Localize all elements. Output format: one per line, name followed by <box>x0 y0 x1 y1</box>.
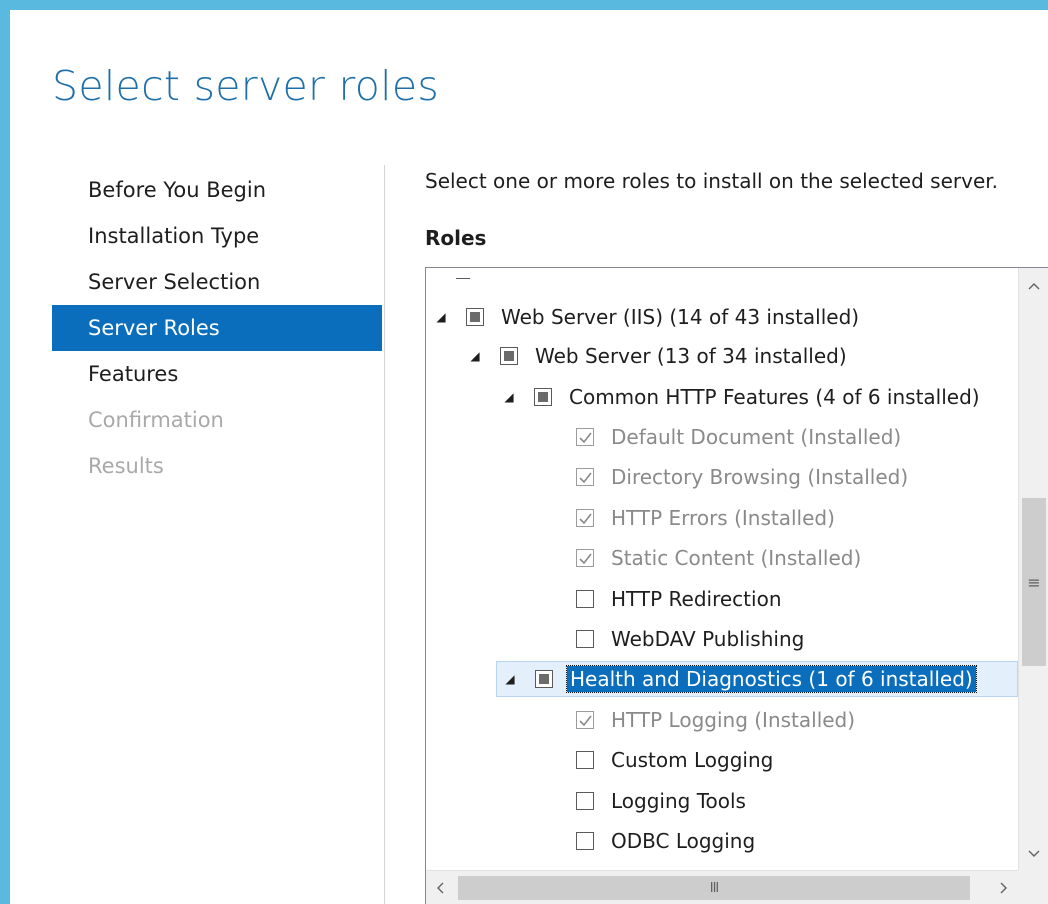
checkmark-icon <box>578 513 592 524</box>
tree-row-label: HTTP Errors (Installed) <box>611 506 835 530</box>
tree-row-default-document[interactable]: Default Document (Installed) <box>576 419 901 455</box>
tree-row-label: Static Content (Installed) <box>611 546 862 570</box>
window-left-border <box>0 0 10 904</box>
role-checkbox[interactable] <box>576 630 594 648</box>
role-checkbox[interactable] <box>534 388 552 406</box>
checkmark-icon <box>578 553 592 564</box>
tree-row-label: Web Server (IIS) (14 of 43 installed) <box>501 305 860 329</box>
role-checkbox[interactable] <box>576 792 594 810</box>
tree-row-label: Directory Browsing (Installed) <box>611 465 909 489</box>
tree-row-common-http-features[interactable]: ◢ Common HTTP Features (4 of 6 installed… <box>502 379 980 415</box>
expanded-triangle-icon[interactable]: ◢ <box>468 349 482 363</box>
tree-row-web-server-iis[interactable]: ◢ Web Server (IIS) (14 of 43 installed) <box>434 299 859 335</box>
role-checkbox <box>576 711 594 729</box>
nav-item-before-you-begin[interactable]: Before You Begin <box>52 167 382 213</box>
window-top-border <box>0 0 1048 10</box>
checkmark-icon <box>578 432 592 443</box>
tree-row-label: Health and Diagnostics (1 of 6 installed… <box>566 665 977 693</box>
tree-row-http-redirection[interactable]: HTTP Redirection <box>576 581 782 617</box>
tree-row-http-logging[interactable]: HTTP Logging (Installed) <box>576 702 855 738</box>
chevron-right-icon[interactable] <box>990 875 1018 901</box>
tree-row-label: Common HTTP Features (4 of 6 installed) <box>569 385 980 409</box>
nav-item-installation-type[interactable]: Installation Type <box>52 213 382 259</box>
horizontal-scroll-thumb[interactable]: III <box>458 876 970 900</box>
role-checkbox[interactable] <box>576 590 594 608</box>
roles-tree[interactable]: ◢ Web Server (IIS) (14 of 43 installed) … <box>425 267 1048 904</box>
checkmark-icon <box>578 715 592 726</box>
wizard-nav: Before You Begin Installation Type Serve… <box>52 167 382 489</box>
roles-heading: Roles <box>425 226 487 250</box>
role-checkbox <box>576 468 594 486</box>
nav-item-results: Results <box>88 454 164 478</box>
page-title: Select server roles <box>52 62 440 110</box>
tree-row-label: HTTP Redirection <box>611 587 782 611</box>
expanded-triangle-icon[interactable]: ◢ <box>434 310 448 324</box>
role-checkbox[interactable] <box>535 670 553 688</box>
tree-row-label: Custom Logging <box>611 748 774 772</box>
chevron-up-icon[interactable] <box>1019 272 1048 300</box>
nav-item-confirmation: Confirmation <box>88 408 224 432</box>
tree-row-directory-browsing[interactable]: Directory Browsing (Installed) <box>576 459 908 495</box>
chevron-left-icon[interactable] <box>426 875 454 901</box>
nav-item-server-selection[interactable]: Server Selection <box>52 259 382 305</box>
tree-row-logging-tools[interactable]: Logging Tools <box>576 783 746 819</box>
role-checkbox <box>576 549 594 567</box>
tree-row-label: Logging Tools <box>611 789 746 813</box>
tree-row-static-content[interactable]: Static Content (Installed) <box>576 540 861 576</box>
tree-row-label: ODBC Logging <box>611 829 756 853</box>
horizontal-scrollbar[interactable]: III <box>426 870 1018 904</box>
expanded-triangle-icon[interactable]: ◢ <box>502 390 516 404</box>
vertical-scrollbar[interactable]: ≡ <box>1018 268 1048 904</box>
nav-item-features[interactable]: Features <box>52 351 382 397</box>
role-checkbox[interactable] <box>466 308 484 326</box>
scrollbar-corner <box>1018 870 1048 904</box>
nav-divider <box>384 165 385 904</box>
tree-row-odbc-logging[interactable]: ODBC Logging <box>576 823 755 859</box>
tree-row-webdav-publishing[interactable]: WebDAV Publishing <box>576 621 804 657</box>
expanded-triangle-icon[interactable]: ◢ <box>503 672 517 686</box>
tree-row-label: Default Document (Installed) <box>611 425 902 449</box>
instruction-text: Select one or more roles to install on t… <box>425 169 998 193</box>
checkmark-icon <box>578 472 592 483</box>
previous-row-partial <box>456 270 470 279</box>
chevron-down-icon[interactable] <box>1019 840 1048 868</box>
tree-row-web-server[interactable]: ◢ Web Server (13 of 34 installed) <box>468 338 847 374</box>
role-checkbox <box>576 509 594 527</box>
role-checkbox <box>576 428 594 446</box>
tree-row-http-errors[interactable]: HTTP Errors (Installed) <box>576 500 835 536</box>
nav-item-server-roles[interactable]: Server Roles <box>52 305 382 351</box>
role-checkbox[interactable] <box>576 832 594 850</box>
role-checkbox[interactable] <box>500 347 518 365</box>
vertical-scroll-thumb[interactable]: ≡ <box>1022 498 1046 666</box>
tree-row-label: WebDAV Publishing <box>611 627 805 651</box>
tree-row-label: Web Server (13 of 34 installed) <box>535 344 847 368</box>
tree-row-custom-logging[interactable]: Custom Logging <box>576 742 773 778</box>
role-checkbox[interactable] <box>576 751 594 769</box>
tree-row-health-and-diagnostics[interactable]: ◢ Health and Diagnostics (1 of 6 install… <box>496 661 1018 697</box>
tree-row-label: HTTP Logging (Installed) <box>611 708 856 732</box>
